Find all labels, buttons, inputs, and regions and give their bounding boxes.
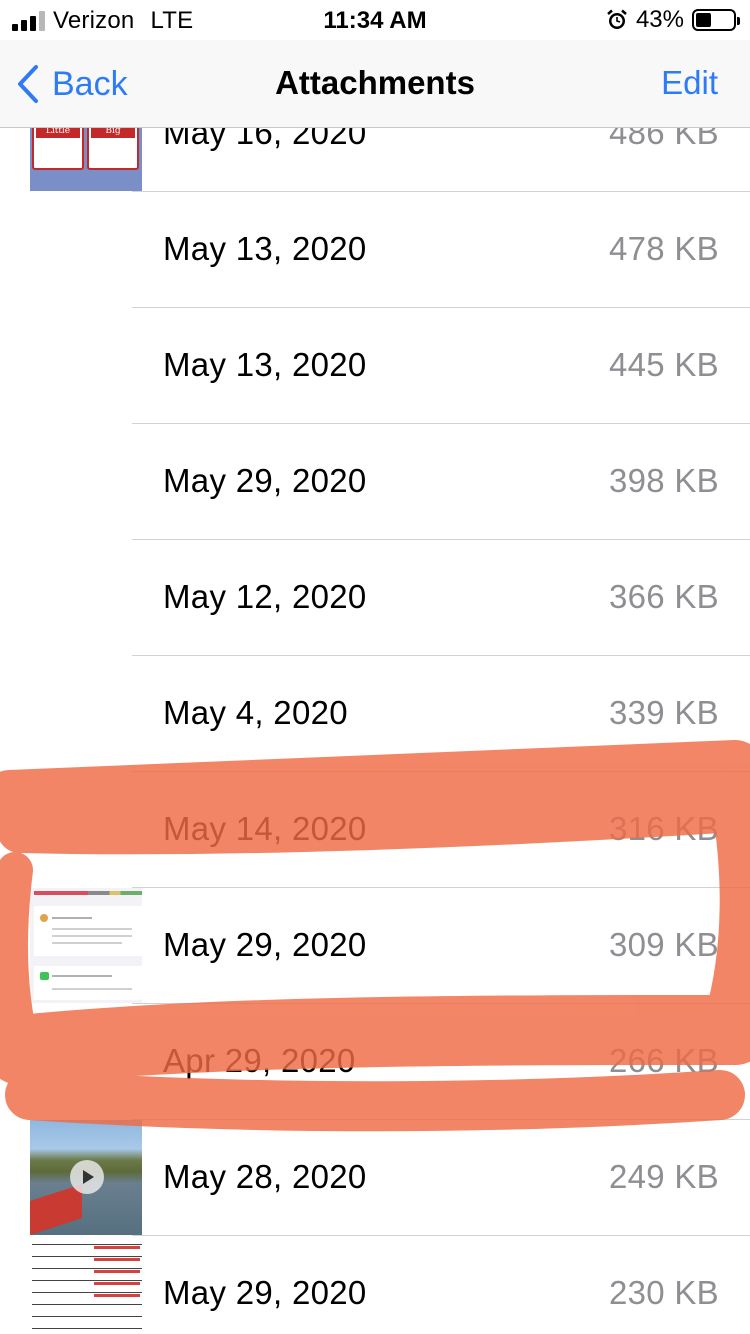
attachment-row[interactable]: May 14, 2020 316 KB (0, 772, 750, 888)
doc-line (32, 1244, 142, 1245)
page-title: Attachments (275, 64, 475, 101)
doc-line (32, 1292, 142, 1293)
status-bar: Verizon LTE 11:34 AM 43% (0, 0, 750, 40)
attachment-row[interactable]: May 12, 2020 366 KB (0, 540, 750, 656)
doc-highlight (94, 1258, 140, 1261)
attachment-date: May 12, 2020 (163, 578, 367, 615)
attachment-date: May 14, 2020 (163, 810, 367, 847)
attachment-date: May 29, 2020 (163, 462, 367, 499)
battery-icon (692, 9, 740, 31)
text-line (52, 917, 92, 919)
battery-percent: 43% (635, 6, 684, 33)
attachment-row[interactable]: May 29, 2020 230 KB (0, 1236, 750, 1334)
doc-line (32, 1256, 142, 1257)
attachment-size: 249 KB (608, 1158, 719, 1195)
attachment-row[interactable]: May 29, 2020 309 KB (0, 888, 750, 1004)
photos-icon (40, 914, 48, 922)
attachment-size: 230 KB (608, 1274, 719, 1311)
doc-highlight (94, 1282, 140, 1285)
attachment-date: May 13, 2020 (163, 230, 367, 267)
attachment-date: Apr 29, 2020 (163, 1042, 356, 1079)
attachment-row[interactable]: May 29, 2020 398 KB (0, 424, 750, 540)
text-line (52, 942, 122, 944)
battery-fill (696, 13, 712, 27)
doc-line (32, 1304, 142, 1305)
text-line (52, 928, 132, 930)
attachment-thumbnail (30, 1120, 142, 1235)
alarm-icon (607, 9, 627, 29)
doc-highlight (94, 1246, 140, 1249)
attachment-size: 339 KB (608, 694, 719, 731)
attachment-row[interactable]: May 13, 2020 445 KB (0, 308, 750, 424)
text-line (52, 988, 132, 990)
attachment-size: 309 KB (608, 926, 719, 963)
attachment-thumbnail (30, 888, 142, 1003)
attachment-size: 398 KB (608, 462, 719, 499)
doc-line (32, 1268, 142, 1269)
attachment-date: May 13, 2020 (163, 346, 367, 383)
kayak-shape (30, 1184, 82, 1235)
text-line (52, 935, 132, 937)
tab-strip (34, 891, 142, 895)
battery-cap (737, 17, 740, 25)
attachment-date: May 4, 2020 (163, 694, 348, 731)
doc-highlight (94, 1270, 140, 1273)
doc-line (32, 1280, 142, 1281)
status-right: 43% (606, 6, 740, 34)
doc-line (32, 1316, 142, 1317)
edit-button[interactable]: Edit (661, 64, 718, 102)
attachment-date: May 29, 2020 (163, 1274, 367, 1311)
attachment-size: 316 KB (608, 810, 719, 847)
attachment-row[interactable]: Apr 29, 2020 266 KB (0, 1004, 750, 1120)
attachment-size: 445 KB (608, 346, 719, 383)
attachment-date: May 28, 2020 (163, 1158, 367, 1195)
text-line (52, 975, 112, 977)
attachment-row[interactable]: May 28, 2020 249 KB (0, 1120, 750, 1236)
attachment-size: 478 KB (608, 230, 719, 267)
attachment-row[interactable]: May 4, 2020 339 KB (0, 656, 750, 772)
doc-highlight (94, 1294, 140, 1297)
attachments-list[interactable]: Little Debbie Big Deborah May 16, 2020 4… (0, 76, 750, 1334)
navigation-bar: Back Attachments Edit (0, 40, 750, 128)
review-attachments-card (34, 966, 142, 1000)
messages-icon (40, 972, 49, 980)
attachment-size: 366 KB (608, 578, 719, 615)
attachment-date: May 29, 2020 (163, 926, 367, 963)
attachment-size: 266 KB (608, 1042, 719, 1079)
attachment-row[interactable]: May 13, 2020 478 KB (0, 192, 750, 308)
icloud-photos-card (34, 906, 142, 956)
play-icon[interactable] (70, 1160, 104, 1194)
attachment-thumbnail (30, 1236, 142, 1334)
doc-line (32, 1328, 142, 1329)
